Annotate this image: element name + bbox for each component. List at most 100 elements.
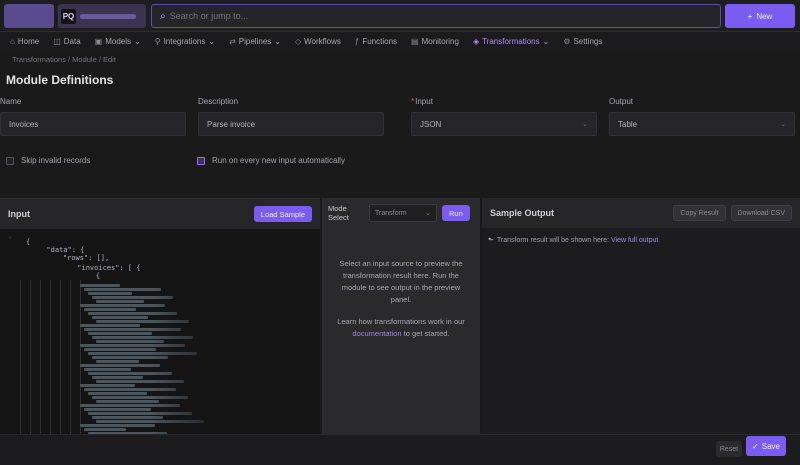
mode-select[interactable]: Transform ⌄ (369, 204, 437, 222)
nav-item-label: Integrations (163, 36, 206, 46)
mode-panel: Mode Select Transform ⌄ Run Select an in… (322, 198, 480, 465)
output-select-value: Table (618, 119, 638, 129)
home-icon: ⌂ (10, 36, 15, 46)
nav-item-integrations[interactable]: ⚲ Integrations ⌄ (155, 37, 215, 46)
mode-help-docs: Learn how transformations work in our do… (336, 316, 466, 340)
code-fade-overlay (150, 230, 320, 465)
code-line-placeholder (84, 348, 156, 351)
code-line-placeholder (88, 332, 152, 335)
nav-item-transformations[interactable]: ◈ Transformations ⌄ (473, 37, 549, 46)
chevron-down-icon: ⌄ (780, 121, 786, 128)
code-line-placeholder (80, 424, 155, 427)
output-info-line: ⬑ Transform result will be shown here: Vi… (488, 236, 658, 244)
new-button[interactable]: + New (725, 4, 795, 28)
nav-item-pipelines[interactable]: ⇄ Pipelines ⌄ (229, 37, 281, 46)
nav-item-monitoring[interactable]: ▤ Monitoring (411, 37, 459, 46)
input-panel-header: Input Load Sample (0, 199, 320, 229)
info-icon: ⬑ (488, 237, 494, 244)
search-icon: ⌕ (160, 10, 166, 22)
name-input-value: Invoices (9, 119, 39, 129)
nav-item-label: Pipelines (238, 36, 272, 46)
nav-item-settings[interactable]: ⚙ Settings (563, 37, 602, 46)
skip-invalid-label: Skip invalid records (21, 156, 91, 165)
code-line-placeholder (96, 300, 144, 303)
name-input[interactable]: Invoices (0, 112, 186, 136)
code-line: { (26, 238, 31, 246)
nav-item-data[interactable]: ◫ Data (53, 37, 80, 46)
auto-run-checkbox-row[interactable]: Run on every new input automatically (197, 156, 345, 165)
input-select[interactable]: JSON ⌄ (411, 112, 597, 136)
download-csv-button[interactable]: Download CSV (730, 205, 792, 221)
skip-invalid-checkbox-row[interactable]: Skip invalid records (6, 156, 90, 165)
mode-panel-header: Mode Select Transform ⌄ Run (322, 198, 480, 228)
output-select[interactable]: Table ⌄ (609, 112, 795, 136)
nav-item-label: Models (105, 36, 132, 46)
code-line: "data": { (38, 246, 85, 254)
code-line-placeholder (88, 292, 132, 295)
chevron-down-icon: ⌄ (208, 36, 216, 46)
page-title: Module Definitions (6, 73, 114, 87)
copy-result-button[interactable]: Copy Result (673, 205, 726, 221)
breadcrumb[interactable]: Transformations / Module / Edit (12, 55, 116, 64)
workflow-icon: ◇ (294, 36, 302, 46)
input-select-value: JSON (420, 119, 442, 129)
input-field: *Input JSON ⌄ (411, 97, 597, 136)
reset-button[interactable]: Reset (716, 441, 742, 457)
search-bar[interactable]: ⌕ (151, 4, 721, 28)
brand-logo[interactable] (4, 4, 54, 28)
chevron-down-icon: ⌄ (274, 36, 281, 46)
skip-invalid-checkbox[interactable] (6, 156, 14, 165)
nav-bar: ⌂ Home ◫ Data ▣ Models ⌄ ⚲ Integrations ⌄ ⇄ Pip… (0, 32, 800, 50)
nav-item-workflows[interactable]: ◇ Workflows (295, 37, 341, 46)
nav-item-label: Home (17, 36, 40, 46)
run-button[interactable]: Run (442, 205, 470, 221)
input-field-label-text: Input (415, 97, 433, 106)
chevron-down-icon: ⌄ (542, 36, 550, 46)
cube-icon: ▣ (94, 36, 103, 46)
code-line-placeholder (80, 364, 160, 367)
code-editor[interactable]: ▾ ⌄ { "data": { "rows": [], "invoices": … (0, 230, 320, 465)
input-field-label: *Input (411, 97, 597, 107)
gear-icon: ⚙ (563, 36, 571, 46)
org-name (80, 13, 136, 19)
nav-item-label: Functions (362, 36, 398, 46)
transform-icon: ◈ (472, 36, 480, 46)
input-panel: Input Load Sample ▾ ⌄ { "data": { "rows"… (0, 198, 320, 465)
code-line: "invoices": [ { (52, 264, 141, 272)
fold-icon[interactable]: ⌄ (8, 232, 12, 240)
docs-link[interactable]: documentation (352, 329, 401, 338)
function-icon: ƒ (354, 36, 360, 46)
code-line-placeholder (80, 284, 120, 287)
check-icon: ✓ (752, 441, 759, 451)
auto-run-checkbox[interactable] (197, 156, 205, 165)
output-info-text: Transform result will be shown here: (496, 237, 610, 244)
output-panel: Sample Output Copy Result Download CSV ⬑… (482, 198, 800, 465)
nav-item-label: Workflows (304, 36, 341, 46)
docs-suffix: to get started. (403, 329, 450, 338)
view-output-link[interactable]: View full output (611, 237, 658, 244)
load-sample-button[interactable]: Load Sample (253, 206, 312, 222)
org-switcher[interactable]: PQ (58, 4, 146, 28)
code-line-placeholder (84, 368, 131, 371)
code-line-placeholder (96, 360, 139, 363)
input-panel-title: Input (8, 209, 30, 219)
auto-run-label: Run on every new input automatically (212, 156, 345, 165)
nav-item-functions[interactable]: ƒ Functions (355, 37, 397, 46)
nav-item-label: Monitoring (421, 36, 459, 46)
code-line-placeholder (80, 384, 135, 387)
description-field: Description Parse invoice (198, 97, 384, 136)
output-actions: Copy Result Download CSV (673, 205, 792, 221)
code-line-placeholder (84, 408, 151, 411)
description-input[interactable]: Parse invoice (198, 112, 384, 136)
search-input[interactable] (169, 11, 670, 21)
footer-bar (0, 434, 800, 465)
nav-item-models[interactable]: ▣ Models ⌄ (95, 37, 141, 46)
code-line-placeholder (92, 376, 143, 379)
mode-help-text: Select an input source to preview the tr… (339, 259, 463, 304)
save-button[interactable]: ✓ Save (746, 436, 786, 456)
required-marker: * (411, 97, 415, 106)
name-field-label: Name (0, 97, 22, 106)
nav-item-home[interactable]: ⌂ Home (10, 37, 39, 46)
nav-item-label: Data (63, 36, 81, 46)
flow-icon: ⇄ (229, 36, 236, 46)
